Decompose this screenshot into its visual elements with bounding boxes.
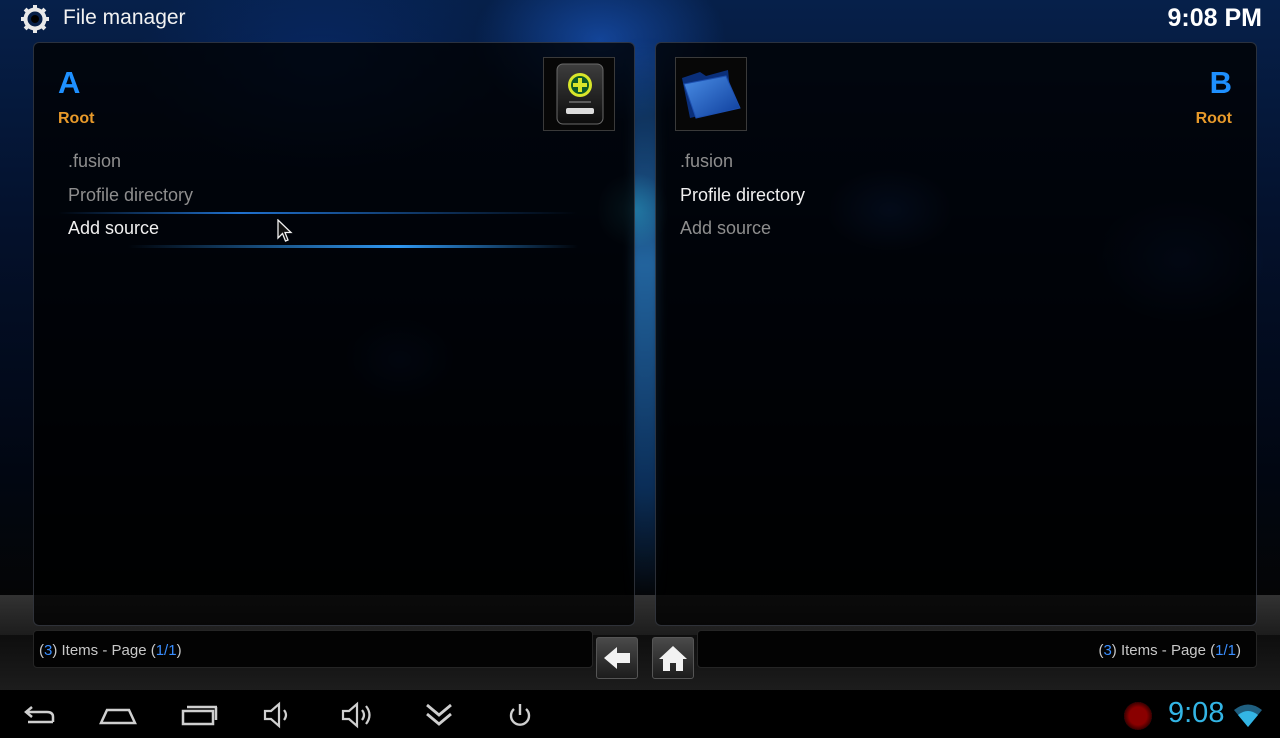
paren: )	[1236, 642, 1241, 659]
items-page-label: ) Items - Page (	[52, 642, 156, 659]
recent-apps-icon[interactable]	[180, 700, 220, 730]
wifi-icon	[1234, 704, 1262, 727]
panel-letter: B	[1209, 65, 1232, 100]
add-source-drive-icon	[556, 63, 604, 125]
list-item[interactable]: Add source	[680, 212, 1220, 246]
thumbnail	[675, 57, 747, 131]
clock: 9:08 PM	[1167, 4, 1262, 32]
list-item-label: Add source	[68, 218, 160, 238]
back-arrow-icon	[604, 647, 630, 669]
file-manager-screen: File manager 9:08 PM A Root .fusion Prof…	[0, 0, 1280, 738]
file-list: .fusion Profile directory Add source	[680, 145, 1220, 246]
page-number: 1/1	[155, 642, 177, 659]
page-number: 1/1	[1215, 642, 1236, 659]
panel-path: Root	[58, 110, 95, 127]
panel-b: B Root .fusion Profile directory Add sou…	[655, 42, 1257, 626]
file-list: .fusion Profile directory Add source	[58, 145, 608, 247]
list-item[interactable]: .fusion	[680, 145, 1220, 179]
volume-down-icon[interactable]	[258, 700, 298, 730]
system-clock: 9:08	[1168, 697, 1225, 729]
list-item[interactable]: .fusion	[68, 145, 608, 179]
mouse-pointer-icon	[277, 219, 293, 242]
list-item[interactable]: Profile directory	[680, 179, 1220, 213]
gear-icon	[21, 5, 49, 33]
back-button[interactable]	[596, 637, 638, 679]
home-button[interactable]	[652, 637, 694, 679]
page-title: File manager	[63, 6, 186, 29]
blue-folder-icon	[682, 70, 741, 119]
collapse-icon[interactable]	[419, 700, 459, 730]
list-item[interactable]: Add source	[58, 212, 608, 247]
back-nav-icon[interactable]	[19, 700, 59, 730]
list-item[interactable]: Profile directory	[68, 179, 608, 213]
home-icon	[659, 646, 687, 671]
items-page-label: ) Items - Page (	[1111, 642, 1216, 659]
volume-up-icon[interactable]	[338, 700, 378, 730]
item-count: 3	[1103, 642, 1112, 659]
record-icon[interactable]	[1124, 702, 1152, 730]
panel-path: Root	[1195, 110, 1232, 127]
thumbnail	[543, 57, 615, 131]
item-count-footer: (3) Items - Page (1/1)	[33, 630, 593, 668]
panel-a: A Root .fusion Profile directory Add sou…	[33, 42, 635, 626]
paren: )	[176, 642, 182, 659]
home-nav-icon[interactable]	[98, 700, 138, 730]
power-icon[interactable]	[500, 700, 540, 730]
item-count-footer: (3) Items - Page (1/1)	[697, 630, 1257, 668]
panel-letter: A	[58, 65, 81, 100]
